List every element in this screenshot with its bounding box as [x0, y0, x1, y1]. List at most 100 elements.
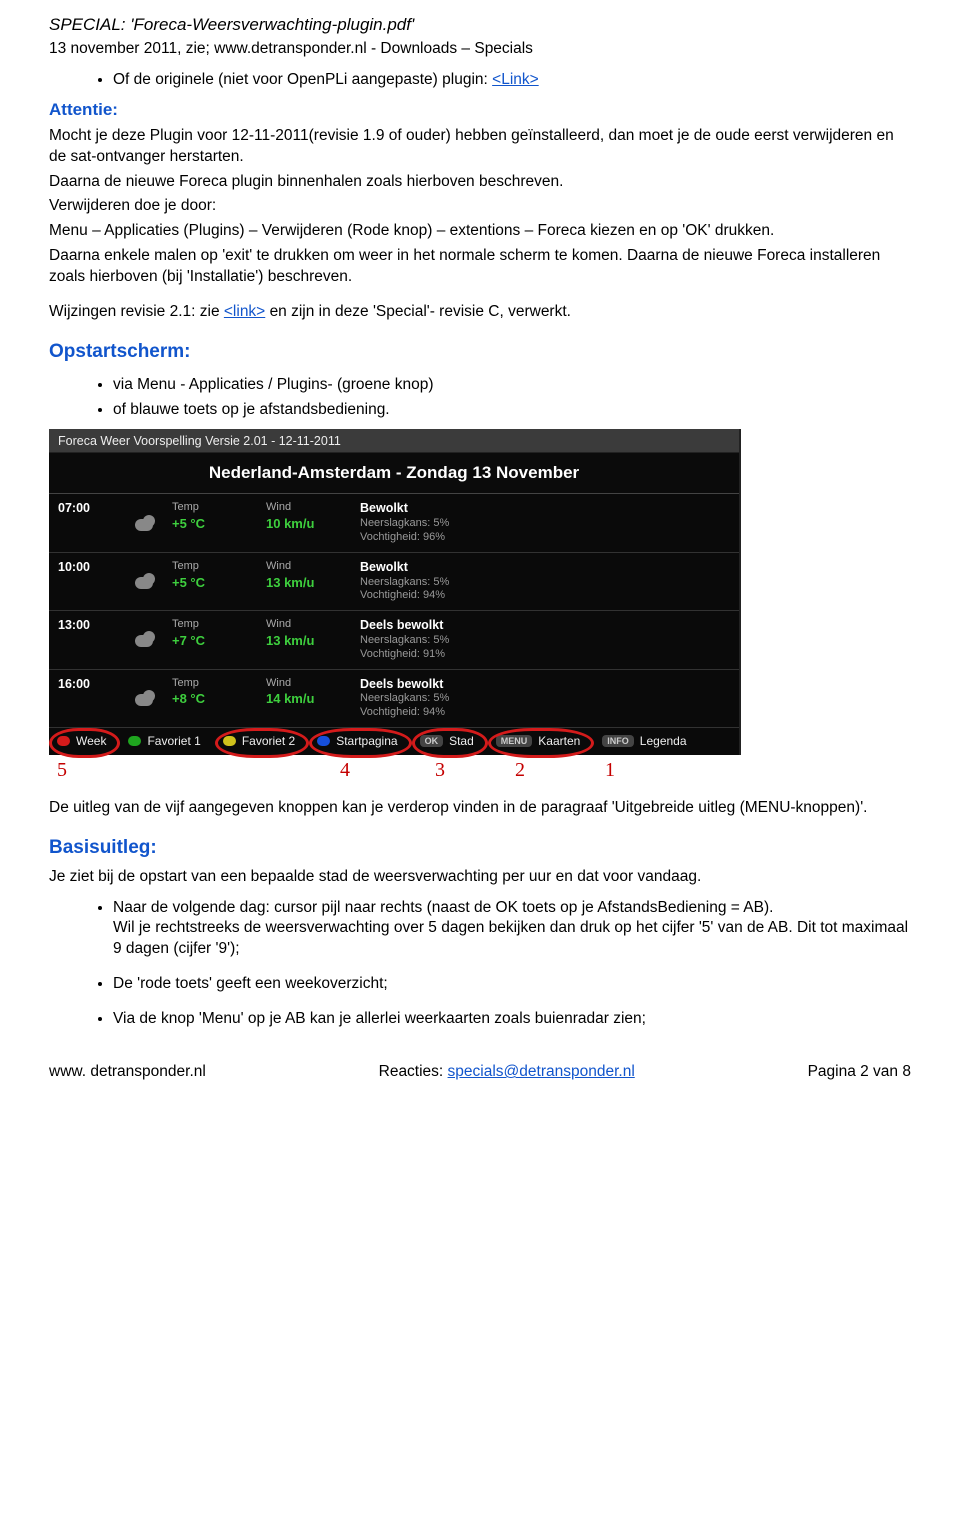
info-button[interactable]: INFO Legenda — [602, 733, 686, 749]
ok-button[interactable]: OK Stad — [420, 733, 474, 749]
green-button-label: Favoriet 1 — [147, 733, 200, 749]
hand-4: 4 — [122, 757, 350, 784]
hand-1: 1 — [525, 757, 615, 784]
ok-button-label: Stad — [449, 733, 474, 749]
scr-temp-col: Temp +5 °C — [172, 559, 266, 603]
basis-bullets-2: De 'rode toets' geeft een weekoverzicht; — [49, 974, 911, 995]
footer-page: Pagina 2 van 8 — [808, 1062, 911, 1083]
basis-heading: Basisuitleg: — [49, 835, 911, 861]
blue-dot-icon — [317, 736, 330, 746]
plugin-link[interactable]: <Link> — [492, 71, 539, 88]
attentie-p3a: Wijzingen revisie 2.1: zie — [49, 303, 224, 320]
info-button-label: Legenda — [640, 733, 687, 749]
yellow-dot-icon — [223, 736, 236, 746]
scr-wind-col: Wind 13 km/u — [266, 617, 360, 661]
hand-2: 2 — [445, 757, 525, 784]
document-header: SPECIAL: 'Foreca-Weersverwachting-plugin… — [49, 14, 911, 60]
scr-desc: Deels bewolkt Neerslagkans: 5% Vochtighe… — [360, 617, 739, 661]
scr-desc-s1: Neerslagkans: 5% — [360, 517, 729, 531]
temp-value: +5 °C — [172, 515, 266, 533]
blue-button-label: Startpagina — [336, 733, 397, 749]
attentie-block: Attentie: Mocht je deze Plugin voor 12-1… — [49, 99, 911, 323]
temp-label: Temp — [172, 676, 266, 691]
green-button[interactable]: Favoriet 1 — [128, 733, 200, 749]
attentie-p2a: Verwijderen doe je door: — [49, 196, 911, 217]
scr-desc-s1: Neerslagkans: 5% — [360, 634, 729, 648]
foreca-screenshot: Foreca Weer Voorspelling Versie 2.01 - 1… — [49, 429, 741, 756]
basis-b1: Naar de volgende dag: cursor pijl naar r… — [113, 898, 911, 961]
intro-bullet: Of de originele (niet voor OpenPLi aange… — [113, 70, 911, 91]
temp-label: Temp — [172, 559, 266, 574]
attentie-label: Attentie: — [49, 100, 118, 119]
scr-desc-title: Deels bewolkt — [360, 676, 729, 693]
cloud-icon — [120, 617, 172, 661]
scr-temp-col: Temp +7 °C — [172, 617, 266, 661]
basis-b3: Via de knop 'Menu' op je AB kan je aller… — [113, 1009, 911, 1030]
intro-text: Of de originele (niet voor OpenPLi aange… — [113, 71, 492, 88]
scr-hour: 16:00 — [49, 676, 120, 720]
page-footer: www. detransponder.nl Reacties: specials… — [49, 1062, 911, 1083]
doc-title: SPECIAL: 'Foreca-Weersverwachting-plugin… — [49, 14, 911, 37]
temp-label: Temp — [172, 617, 266, 632]
scr-desc-title: Bewolkt — [360, 559, 729, 576]
scr-desc-s1: Neerslagkans: 5% — [360, 576, 729, 590]
scr-desc-title: Deels bewolkt — [360, 617, 729, 634]
info-key-icon: INFO — [602, 735, 634, 747]
cloud-icon — [120, 500, 172, 544]
scr-hour: 10:00 — [49, 559, 120, 603]
red-button-label: Week — [76, 733, 106, 749]
hand-annotations: 5 4 3 2 1 — [49, 757, 747, 784]
basis-bullets: Naar de volgende dag: cursor pijl naar r… — [49, 898, 911, 961]
red-button[interactable]: Week — [57, 733, 106, 749]
scr-temp-col: Temp +5 °C — [172, 500, 266, 544]
basis-b1a: Naar de volgende dag: cursor pijl naar r… — [113, 899, 773, 916]
scr-row: 07:00 Temp +5 °C Wind 10 km/u Bewolkt Ne… — [49, 494, 739, 552]
scr-desc-s2: Vochtigheid: 91% — [360, 648, 729, 662]
revisie-link[interactable]: <link> — [224, 303, 265, 320]
scr-row: 16:00 Temp +8 °C Wind 14 km/u Deels bewo… — [49, 670, 739, 728]
scr-temp-col: Temp +8 °C — [172, 676, 266, 720]
green-dot-icon — [128, 736, 141, 746]
scr-row: 13:00 Temp +7 °C Wind 13 km/u Deels bewo… — [49, 611, 739, 669]
wind-value: 14 km/u — [266, 690, 360, 708]
hand-5: 5 — [57, 757, 122, 784]
scr-location: Nederland-Amsterdam - Zondag 13 November — [49, 453, 739, 494]
hand-3: 3 — [350, 757, 445, 784]
temp-value: +5 °C — [172, 574, 266, 592]
wind-label: Wind — [266, 559, 360, 574]
wind-label: Wind — [266, 617, 360, 632]
footer-email-link[interactable]: specials@detransponder.nl — [448, 1063, 635, 1080]
scr-desc-s2: Vochtigheid: 94% — [360, 706, 729, 720]
opstart-b1: via Menu - Applicaties / Plugins- (groen… — [113, 375, 911, 396]
wind-label: Wind — [266, 676, 360, 691]
scr-row: 10:00 Temp +5 °C Wind 13 km/u Bewolkt Ne… — [49, 553, 739, 611]
basis-intro: Je ziet bij de opstart van een bepaalde … — [49, 867, 911, 888]
menu-key-icon: MENU — [496, 735, 533, 747]
cloud-icon — [120, 559, 172, 603]
scr-wind-col: Wind 10 km/u — [266, 500, 360, 544]
attentie-p1b: Daarna de nieuwe Foreca plugin binnenhal… — [49, 172, 911, 193]
menu-button-label: Kaarten — [538, 733, 580, 749]
ok-key-icon: OK — [420, 735, 444, 747]
scr-desc-s2: Vochtigheid: 96% — [360, 531, 729, 545]
yellow-button[interactable]: Favoriet 2 — [223, 733, 295, 749]
menu-button[interactable]: MENU Kaarten — [496, 733, 581, 749]
scr-button-bar: Week Favoriet 1 Favoriet 2 Startpagina O… — [49, 728, 739, 755]
attentie-p3b: en zijn in deze 'Special'- revisie C, ve… — [270, 303, 571, 320]
scr-desc-s1: Neerslagkans: 5% — [360, 692, 729, 706]
temp-value: +8 °C — [172, 690, 266, 708]
basis-b1b: Wil je rechtstreeks de weersverwachting … — [113, 919, 908, 957]
red-dot-icon — [57, 736, 70, 746]
cloud-icon — [120, 676, 172, 720]
footer-react-label: Reacties: — [379, 1063, 448, 1080]
wind-label: Wind — [266, 500, 360, 515]
after-scr-text: De uitleg van de vijf aangegeven knoppen… — [49, 798, 911, 819]
blue-button[interactable]: Startpagina — [317, 733, 397, 749]
opstart-b2: of blauwe toets op je afstandsbediening. — [113, 400, 911, 421]
wind-value: 10 km/u — [266, 515, 360, 533]
scr-wind-col: Wind 14 km/u — [266, 676, 360, 720]
scr-wind-col: Wind 13 km/u — [266, 559, 360, 603]
intro-bullet-list: Of de originele (niet voor OpenPLi aange… — [49, 70, 911, 91]
scr-hour: 13:00 — [49, 617, 120, 661]
wind-value: 13 km/u — [266, 632, 360, 650]
